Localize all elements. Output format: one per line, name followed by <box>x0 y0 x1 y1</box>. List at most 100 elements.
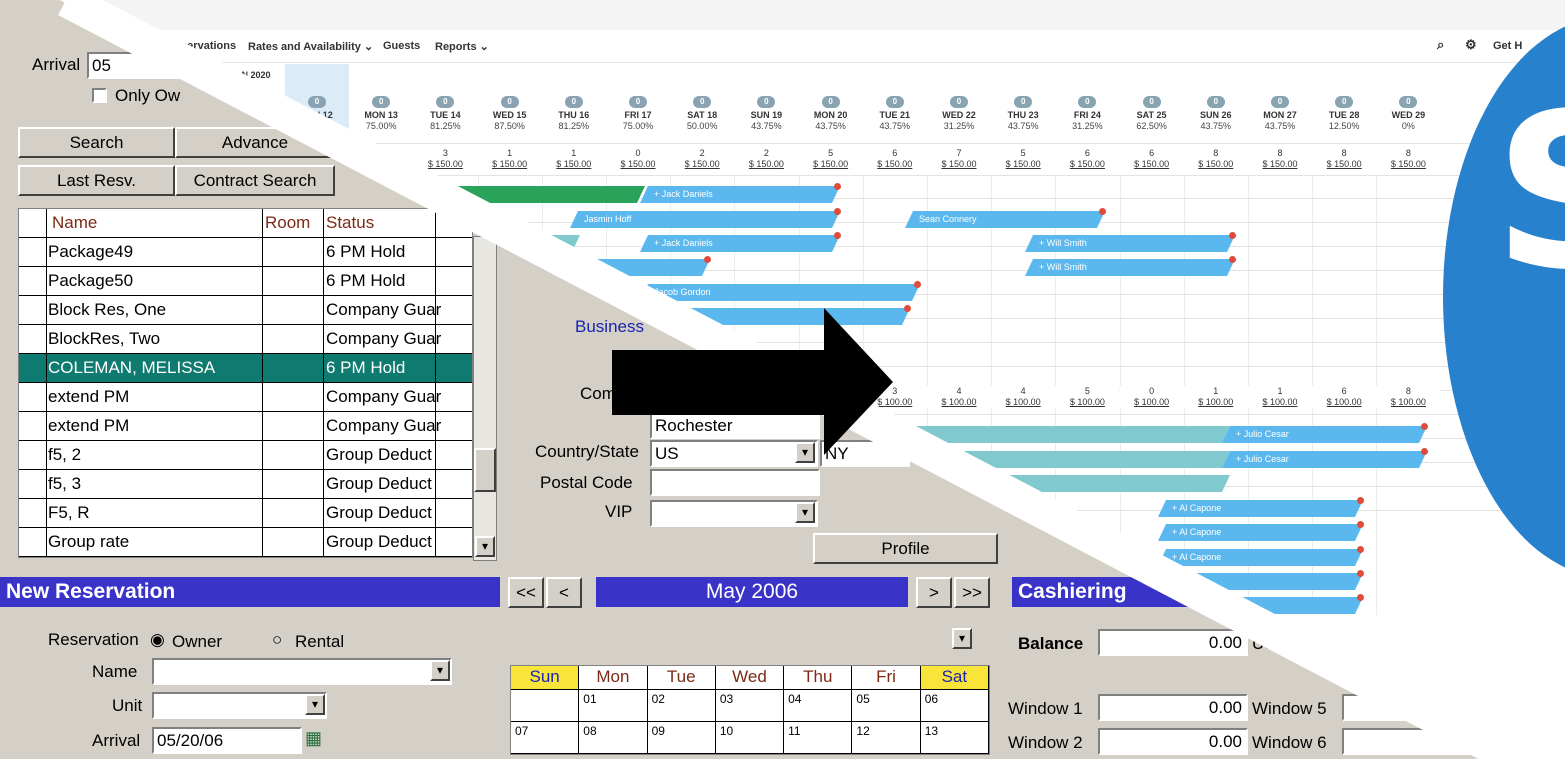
day-header[interactable]: 0 MON 13 75.00% <box>349 96 413 132</box>
calendar-day-cell[interactable]: 03 <box>716 690 785 721</box>
reservation-bar[interactable]: + Jack Daniels <box>640 235 840 252</box>
day-header[interactable]: 0 TUE 14 81.25% <box>413 96 477 132</box>
rate-cell[interactable]: 1 $ 100.00 <box>1248 386 1312 408</box>
contract-search-button[interactable]: Contract Search <box>175 165 335 196</box>
table-row[interactable]: Package49 6 PM Hold <box>19 238 472 267</box>
table-row[interactable]: Block Res, One Company Guar <box>19 296 472 325</box>
rate-cell[interactable]: 6 $ 150.00 <box>1120 148 1184 170</box>
arrival-date-field[interactable]: 05/20/06 <box>152 727 302 754</box>
calendar-day-cell[interactable]: 04 <box>784 690 853 721</box>
postal-code-field[interactable] <box>650 469 820 496</box>
calendar-dropdown-icon[interactable]: ▾ <box>952 628 972 649</box>
table-row[interactable]: extend PM Company Guar <box>19 383 472 412</box>
day-header[interactable]: 0 TUE 28 12.50% <box>1312 96 1376 132</box>
country-dropdown-icon[interactable]: ▾ <box>795 442 815 463</box>
unit-field[interactable] <box>152 692 327 719</box>
reservation-bar[interactable]: + Jack Daniels <box>640 186 840 203</box>
rate-cell[interactable]: 0 $ 100.00 <box>1119 386 1184 408</box>
calendar-day-cell[interactable]: 09 <box>648 722 716 753</box>
vip-field[interactable] <box>650 500 818 527</box>
rate-cell[interactable]: 5 $ 100.00 <box>1055 386 1120 408</box>
last-resv-button[interactable]: Last Resv. <box>18 165 175 196</box>
reservation-bar[interactable] <box>560 259 710 276</box>
reservation-bar[interactable]: Jacob Gordon <box>640 284 920 301</box>
day-header[interactable]: 0 FRI 17 75.00% <box>606 96 670 132</box>
rate-cell[interactable]: 8 $ 150.00 <box>1248 148 1312 170</box>
rate-cell[interactable]: 2 $ 150.00 <box>734 148 798 170</box>
next-month-button[interactable]: > <box>916 577 952 608</box>
prev-month-button[interactable]: < <box>546 577 582 608</box>
reservation-bar[interactable] <box>640 308 910 325</box>
rate-cell[interactable]: 5 $ 150.00 <box>991 148 1055 170</box>
table-row[interactable]: F5, R Group Deduct <box>19 499 472 528</box>
calendar-day-cell[interactable]: 12 <box>852 722 921 753</box>
rate-cell[interactable]: 8 $ 150.00 <box>1184 148 1248 170</box>
balance-field[interactable]: 0.00 <box>1098 629 1248 656</box>
reservation-bar[interactable]: + Al Capone <box>1158 500 1363 517</box>
table-row[interactable]: f5, 3 Group Deduct <box>19 470 472 499</box>
rate-cell[interactable]: 6 $ 150.00 <box>1055 148 1119 170</box>
day-header[interactable]: 0 WED 29 0% <box>1376 96 1440 132</box>
grid-header-room[interactable]: Room <box>265 213 310 233</box>
only-checkbox[interactable] <box>92 88 107 103</box>
day-header[interactable]: 0 SUN 26 43.75% <box>1184 96 1248 132</box>
day-header[interactable]: 0 THU 16 81.25% <box>542 96 606 132</box>
reservation-bar[interactable]: + Will Smith <box>1025 235 1235 252</box>
table-row[interactable]: f5, 2 Group Deduct <box>19 441 472 470</box>
day-header[interactable]: 0 WED 15 87.50% <box>478 96 542 132</box>
nav-reservations[interactable]: Reservations <box>167 40 236 52</box>
calendar-day-cell[interactable]: 02 <box>648 690 716 721</box>
rate-cell[interactable]: 4 $ 100.00 <box>927 386 991 408</box>
reservation-bar[interactable]: Sean Connery <box>905 211 1105 228</box>
grid-header-name[interactable]: Name <box>52 213 247 233</box>
table-row[interactable]: Group rate Group Deduct <box>19 528 472 557</box>
grid-header-status[interactable]: Status <box>326 213 454 233</box>
calendar-day-cell[interactable]: 10 <box>716 722 785 753</box>
calendar-day-cell[interactable]: 05 <box>852 690 921 721</box>
vip-dropdown-icon[interactable]: ▾ <box>795 502 815 523</box>
day-header[interactable]: 0 WED 22 31.25% <box>927 96 991 132</box>
table-row[interactable]: Package50 6 PM Hold <box>19 267 472 296</box>
unit-dropdown-icon[interactable]: ▾ <box>305 694 325 715</box>
calendar-day-cell[interactable]: 08 <box>579 722 648 753</box>
calendar-day-cell[interactable]: 13 <box>921 722 989 753</box>
day-header[interactable]: 0 MON 20 43.75% <box>799 96 863 132</box>
name-dropdown-icon[interactable]: ▾ <box>430 660 450 681</box>
table-row[interactable]: BlockRes, Two Company Guar <box>19 325 472 354</box>
rate-cell[interactable]: 8 $ 100.00 <box>1376 386 1441 408</box>
day-header[interactable]: 0 FRI 24 31.25% <box>1055 96 1119 132</box>
calendar-icon[interactable]: ▦ <box>305 728 322 749</box>
grid-scrollbar[interactable] <box>473 236 497 561</box>
owner-radio[interactable]: ◉ <box>150 630 165 650</box>
calendar-day-cell[interactable]: 01 <box>579 690 648 721</box>
reservation-bar[interactable] <box>970 475 1230 492</box>
day-header[interactable]: 0 TUE 21 43.75% <box>863 96 927 132</box>
profile-button[interactable]: Profile <box>813 533 998 564</box>
nav-rates[interactable]: Rates and Availability ⌄ <box>248 40 373 53</box>
day-header[interactable]: 0 SAT 18 50.00% <box>670 96 734 132</box>
calendar-day-cell[interactable]: 07 <box>511 722 580 753</box>
last-month-button[interactable]: >> <box>954 577 990 608</box>
rate-cell[interactable]: 7 $ 150.00 <box>927 148 991 170</box>
country-field[interactable]: US <box>650 440 818 467</box>
calendar-day-cell[interactable] <box>511 690 580 721</box>
day-header[interactable]: 0 SUN 19 43.75% <box>734 96 798 132</box>
window1-field[interactable]: 0.00 <box>1098 694 1248 721</box>
reservation-bar[interactable]: + Julio Cesar <box>1222 426 1427 443</box>
day-header[interactable]: 0 SUN 12 <box>285 96 349 121</box>
rate-cell[interactable]: 1 $ 100.00 <box>1183 386 1248 408</box>
rental-radio[interactable]: ○ <box>272 630 282 650</box>
reservation-bar[interactable]: + Al Capone <box>1158 549 1363 566</box>
day-header[interactable]: 0 SAT 25 62.50% <box>1120 96 1184 132</box>
gear-icon[interactable]: ⚙ <box>1465 37 1477 53</box>
scroll-thumb[interactable] <box>474 448 496 492</box>
city-field[interactable]: Rochester <box>650 412 820 439</box>
window2-field[interactable]: 0.00 <box>1098 728 1248 755</box>
rate-cell[interactable]: 8 $ 150.00 <box>1312 148 1376 170</box>
name-field[interactable] <box>152 658 452 685</box>
day-header[interactable]: 0 MON 27 43.75% <box>1248 96 1312 132</box>
table-row[interactable]: COLEMAN, MELISSA 6 PM Hold <box>19 354 472 383</box>
state-field[interactable]: NY <box>820 440 910 467</box>
scroll-down-icon[interactable]: ▾ <box>475 536 495 557</box>
day-header[interactable]: 0 THU 23 43.75% <box>991 96 1055 132</box>
